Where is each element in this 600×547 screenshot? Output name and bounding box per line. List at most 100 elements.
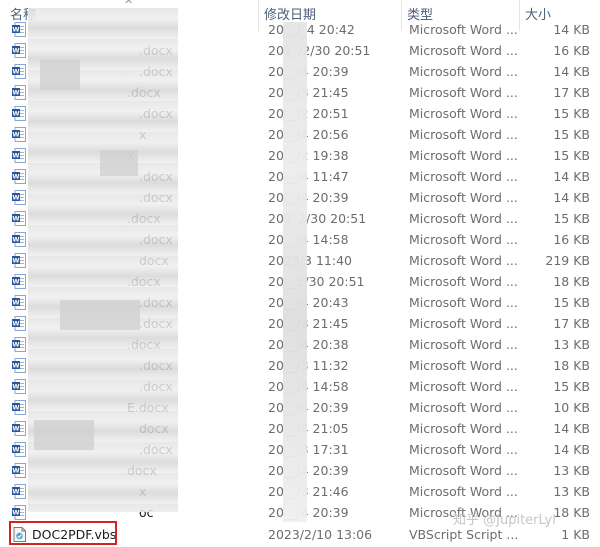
svg-text:W: W [12,89,19,97]
file-size: 17 KB [553,85,590,100]
file-size: 14 KB [553,64,590,79]
file-type: Microsoft Word ... [409,337,518,352]
file-size: 15 KB [553,106,590,121]
svg-text:W: W [12,320,19,328]
svg-text:W: W [12,425,19,433]
file-explorer-details-view: ^ 名称 修改日期 类型 大小 W 20__/_4 20:42 Microsoft … [0,0,600,547]
svg-text:W: W [12,488,19,496]
file-size: 16 KB [553,43,590,58]
svg-text:W: W [12,110,19,118]
word-document-icon: W [12,22,26,37]
word-document-icon: W [12,463,26,478]
file-type: Microsoft Word ... [409,274,518,289]
svg-text:W: W [12,26,19,34]
word-document-icon: W [12,253,26,268]
word-document-icon: W [12,85,26,100]
svg-text:W: W [12,215,19,223]
file-type: Microsoft Word ... [409,442,518,457]
file-size: 10 KB [553,400,590,415]
privacy-blur [60,300,140,330]
svg-text:W: W [12,152,19,160]
privacy-blur [100,150,138,176]
file-type: Microsoft Word ... [409,379,518,394]
word-document-icon: W [12,442,26,457]
word-document-icon: W [12,316,26,331]
watermark: 知乎 @JupiterLyl [453,513,556,528]
word-document-icon: W [12,211,26,226]
svg-text:W: W [12,131,19,139]
file-size: 219 KB [545,253,590,268]
svg-text:W: W [12,278,19,286]
word-document-icon: W [12,43,26,58]
word-document-icon: W [12,274,26,289]
svg-text:W: W [12,362,19,370]
file-type: Microsoft Word ... [409,22,518,37]
word-document-icon: W [12,505,26,520]
file-type: Microsoft Word ... [409,232,518,247]
file-size: 15 KB [553,211,590,226]
svg-text:W: W [12,299,19,307]
svg-text:W: W [12,341,19,349]
word-document-icon: W [12,127,26,142]
word-document-icon: W [12,190,26,205]
file-type: Microsoft Word ... [409,43,518,58]
file-type: Microsoft Word ... [409,295,518,310]
word-document-icon: W [12,400,26,415]
privacy-blur [34,420,94,450]
svg-text:W: W [12,383,19,391]
svg-text:W: W [12,509,19,517]
file-type: Microsoft Word ... [409,127,518,142]
file-type: Microsoft Word ... [409,211,518,226]
word-document-icon: W [12,358,26,373]
word-document-icon: W [12,421,26,436]
file-type: Microsoft Word ... [409,400,518,415]
svg-text:W: W [12,47,19,55]
word-document-icon: W [12,148,26,163]
file-type: Microsoft Word ... [409,85,518,100]
file-type: Microsoft Word ... [409,106,518,121]
file-type: Microsoft Word ... [409,484,518,499]
file-size: 15 KB [553,295,590,310]
file-size: 17 KB [553,316,590,331]
word-document-icon: W [12,232,26,247]
file-size: 14 KB [553,190,590,205]
svg-text:W: W [12,68,19,76]
privacy-blur [283,22,307,522]
file-type: Microsoft Word ... [409,463,518,478]
svg-text:W: W [12,236,19,244]
file-size: 15 KB [553,148,590,163]
word-document-icon: W [12,337,26,352]
file-size: 15 KB [553,379,590,394]
file-type: Microsoft Word ... [409,169,518,184]
privacy-blur [40,60,80,90]
file-size: 18 KB [553,358,590,373]
svg-text:W: W [12,404,19,412]
file-size: 13 KB [553,337,590,352]
file-size: 13 KB [553,484,590,499]
file-type: Microsoft Word ... [409,148,518,163]
svg-text:W: W [12,194,19,202]
file-size: 13 KB [553,463,590,478]
word-document-icon: W [12,106,26,121]
svg-text:W: W [12,467,19,475]
word-document-icon: W [12,169,26,184]
file-type: Microsoft Word ... [409,253,518,268]
file-size: 14 KB [553,421,590,436]
file-type: Microsoft Word ... [409,190,518,205]
word-document-icon: W [12,484,26,499]
svg-text:W: W [12,446,19,454]
file-type: Microsoft Word ... [409,316,518,331]
file-size: 14 KB [553,22,590,37]
word-document-icon: W [12,379,26,394]
file-type: Microsoft Word ... [409,421,518,436]
file-type: Microsoft Word ... [409,64,518,79]
file-size: 15 KB [553,127,590,142]
highlight-box [9,521,117,545]
word-document-icon: W [12,64,26,79]
svg-text:W: W [12,257,19,265]
file-type: Microsoft Word ... [409,358,518,373]
file-date-modified: 2023/2/10 13:06 [268,527,373,542]
file-size: 16 KB [553,232,590,247]
svg-text:W: W [12,173,19,181]
file-size: 18 KB [553,274,590,289]
